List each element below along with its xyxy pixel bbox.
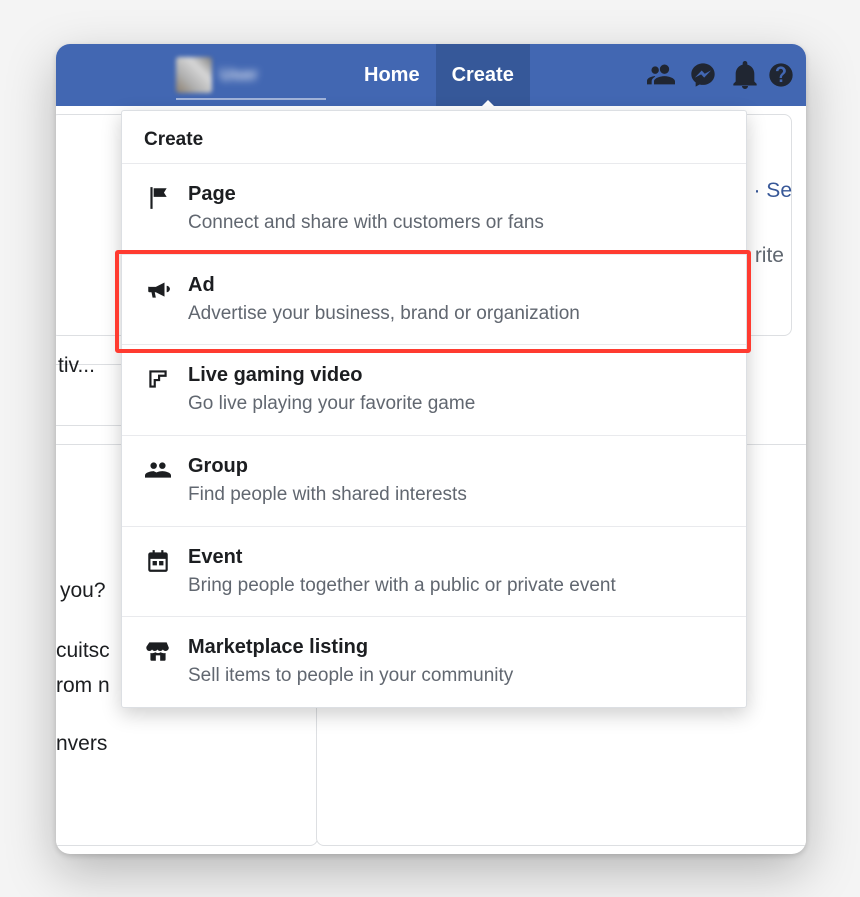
messenger-icon[interactable]: [682, 54, 724, 96]
item-subtitle: Find people with shared interests: [188, 483, 724, 508]
megaphone-icon: [144, 275, 172, 303]
create-dropdown: Create Page Connect and share with custo…: [121, 110, 747, 708]
create-event-item[interactable]: Event Bring people together with a publi…: [122, 527, 746, 618]
create-ad-item[interactable]: Ad Advertise your business, brand or org…: [122, 255, 746, 346]
item-title: Ad: [188, 273, 724, 298]
create-marketplace-item[interactable]: Marketplace listing Sell items to people…: [122, 617, 746, 707]
profile-name: User: [220, 65, 258, 85]
flag-icon: [144, 184, 172, 212]
top-nav: User Home Create: [56, 44, 806, 106]
item-title: Marketplace listing: [188, 635, 724, 660]
background-text-fragment: nvers: [56, 732, 107, 756]
background-text-fragment: you?: [60, 579, 106, 603]
nav-create[interactable]: Create: [436, 44, 530, 106]
friend-requests-icon[interactable]: [640, 54, 682, 96]
item-title: Live gaming video: [188, 363, 724, 388]
avatar: [176, 57, 212, 93]
background-text-fragment: rite: [755, 244, 784, 268]
item-title: Group: [188, 454, 724, 479]
create-page-item[interactable]: Page Connect and share with customers or…: [122, 164, 746, 255]
group-icon: [144, 456, 172, 484]
background-text-fragment: tiv...: [58, 354, 95, 378]
background-text-fragment: cuitsc: [56, 639, 110, 663]
notifications-icon[interactable]: [724, 54, 766, 96]
item-subtitle: Go live playing your favorite game: [188, 392, 724, 417]
dropdown-header: Create: [122, 111, 746, 164]
dropdown-arrow: [478, 100, 498, 110]
calendar-icon: [144, 547, 172, 575]
nav-home[interactable]: Home: [348, 44, 436, 106]
item-title: Event: [188, 545, 724, 570]
item-subtitle: Bring people together with a public or p…: [188, 574, 724, 599]
item-title: Page: [188, 182, 724, 207]
profile-button[interactable]: User: [176, 52, 326, 100]
help-icon[interactable]: [766, 54, 796, 96]
create-group-item[interactable]: Group Find people with shared interests: [122, 436, 746, 527]
item-subtitle: Connect and share with customers or fans: [188, 211, 724, 236]
background-text-fragment: rom n: [56, 674, 110, 698]
marketplace-icon: [144, 637, 172, 665]
item-subtitle: Advertise your business, brand or organi…: [188, 302, 724, 327]
gaming-icon: [144, 365, 172, 393]
app-window: e · Se rite tiv... you? cuitsc rom n nve…: [56, 44, 806, 854]
create-live-gaming-item[interactable]: Live gaming video Go live playing your f…: [122, 345, 746, 436]
item-subtitle: Sell items to people in your community: [188, 664, 724, 689]
